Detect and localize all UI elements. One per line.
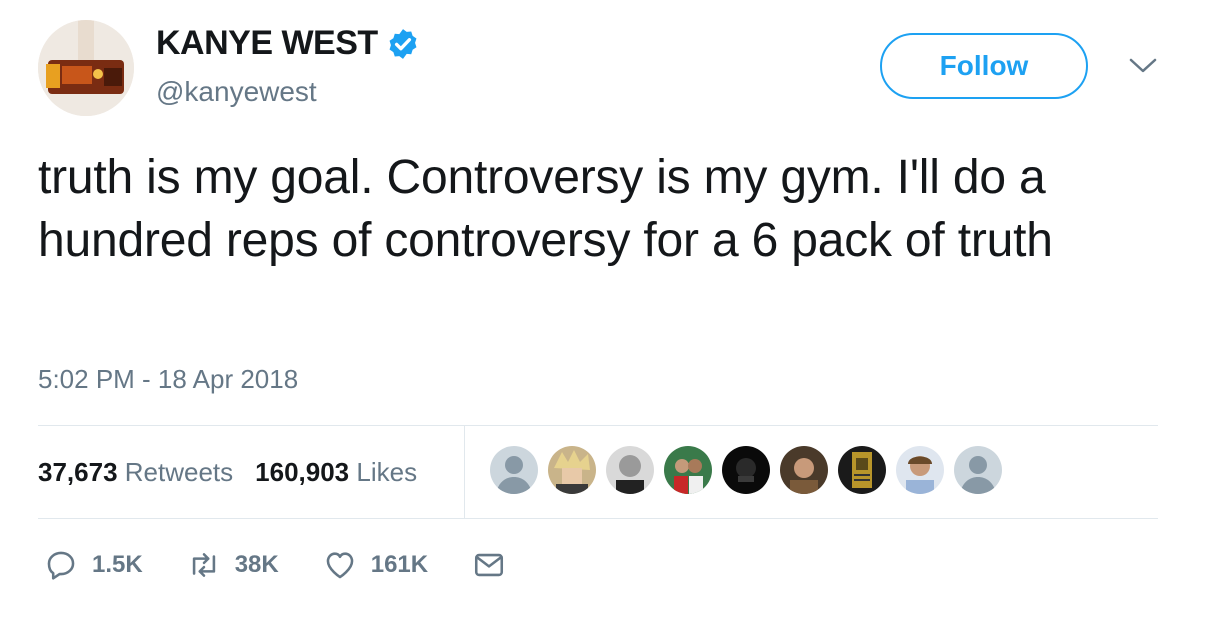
engagement-stats: 37,673 Retweets 160,903 Likes (38, 426, 439, 518)
direct-message-icon (475, 553, 504, 577)
author-display-name[interactable]: KANYE WEST (156, 24, 378, 63)
retweets-stat[interactable]: 37,673 Retweets (38, 457, 233, 488)
liker-avatar[interactable] (954, 446, 1002, 494)
liker-avatar[interactable] (490, 446, 538, 494)
divider-bottom (38, 518, 1158, 519)
liker-avatar[interactable] (896, 446, 944, 494)
retweets-label: Retweets (124, 456, 234, 487)
avatar-image (38, 20, 134, 116)
follow-button[interactable]: Follow (880, 33, 1088, 99)
tweet-actions: 1.5K 38K 161K (44, 540, 550, 590)
retweet-icon (192, 553, 215, 577)
chevron-down-icon[interactable] (1128, 56, 1158, 76)
reply-button[interactable]: 1.5K (44, 548, 143, 582)
direct-message-button[interactable] (472, 548, 506, 582)
like-count: 161K (370, 551, 429, 578)
reply-count: 1.5K (92, 551, 143, 578)
like-button[interactable]: 161K (323, 548, 428, 582)
author-handle[interactable]: @kanyewest (156, 76, 317, 108)
likers-avatars (490, 446, 1012, 494)
liker-avatar[interactable] (722, 446, 770, 494)
liker-avatar[interactable] (780, 446, 828, 494)
liker-avatar[interactable] (838, 446, 886, 494)
author-name-row: KANYE WEST (156, 24, 420, 63)
liker-avatar[interactable] (606, 446, 654, 494)
like-icon (326, 552, 354, 579)
likes-stat[interactable]: 160,903 Likes (255, 457, 417, 488)
verified-badge-icon (389, 28, 417, 59)
stats-separator (464, 426, 465, 518)
author-avatar[interactable] (38, 20, 134, 116)
likes-label: Likes (356, 456, 418, 487)
liker-avatar[interactable] (548, 446, 596, 494)
tweet-text: truth is my goal. Controversy is my gym.… (38, 151, 1053, 267)
tweet-timestamp[interactable]: 5:02 PM - 18 Apr 2018 (38, 364, 298, 395)
likes-count: 160,903 (255, 456, 350, 487)
retweet-count: 38K (234, 551, 279, 578)
retweet-button[interactable]: 38K (187, 548, 279, 582)
liker-avatar[interactable] (664, 446, 712, 494)
reply-icon (47, 551, 75, 580)
retweets-count: 37,673 (38, 456, 118, 487)
